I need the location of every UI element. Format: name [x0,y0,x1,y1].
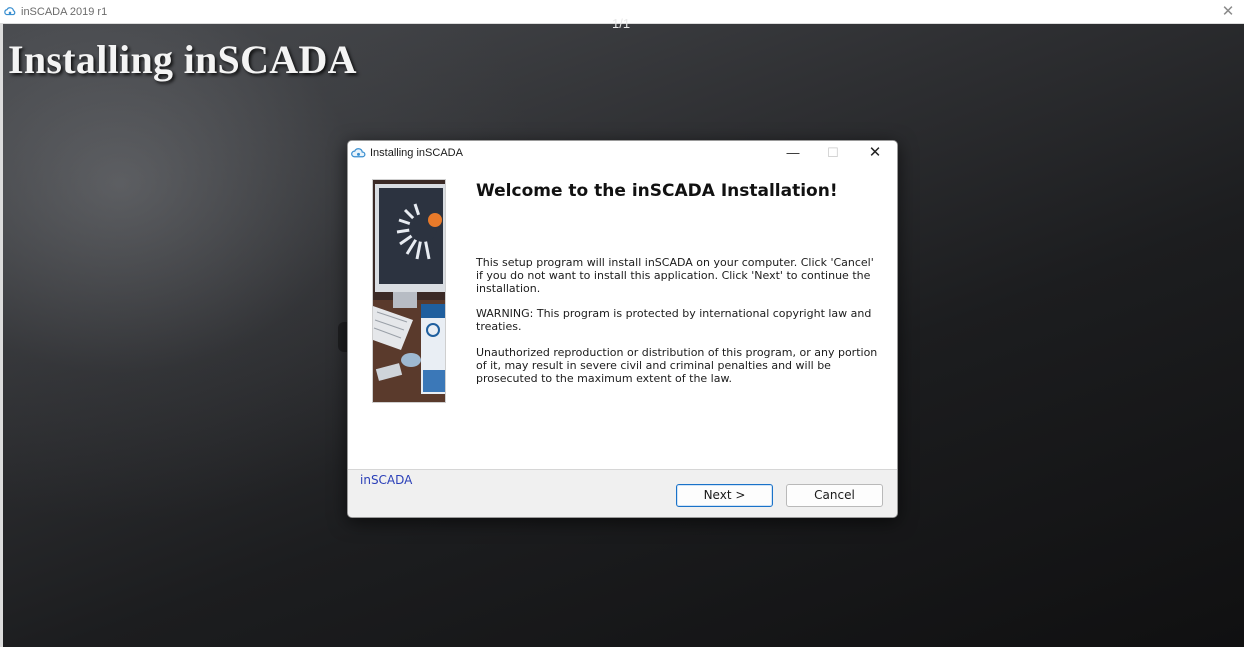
maximize-icon: ☐ [827,145,839,160]
dialog-title: Installing inSCADA [370,146,463,159]
intro-paragraph: This setup program will install inSCADA … [476,256,874,295]
window-title: inSCADA 2019 r1 [21,5,108,18]
installer-dialog: Installing inSCADA — ☐ ✕ Welcome to the … [347,140,898,518]
left-edge-divider [0,24,3,647]
app-cloud-icon [351,147,366,157]
slide-heading: Installing inSCADA [8,37,357,82]
legal-paragraph: Unauthorized reproduction or distributio… [476,346,878,385]
window-close-icon[interactable]: ✕ [1220,3,1236,21]
cancel-button[interactable]: Cancel [786,484,883,507]
brand-label: inSCADA [360,473,413,487]
app-cloud-icon [4,6,16,15]
next-button[interactable]: Next > [676,484,773,507]
scada-installer-illustration-icon [373,180,445,402]
dialog-titlebar: Installing inSCADA — ☐ ✕ [348,141,897,164]
dialog-footer: inSCADA Next > Cancel [348,469,897,517]
minimize-icon[interactable]: — [778,143,808,162]
installer-illustration [372,179,446,403]
page-counter: 1/1 [612,16,631,31]
welcome-heading: Welcome to the inSCADA Installation! [476,181,838,201]
warning-paragraph: WARNING: This program is protected by in… [476,307,872,333]
close-icon[interactable]: ✕ [860,143,890,162]
